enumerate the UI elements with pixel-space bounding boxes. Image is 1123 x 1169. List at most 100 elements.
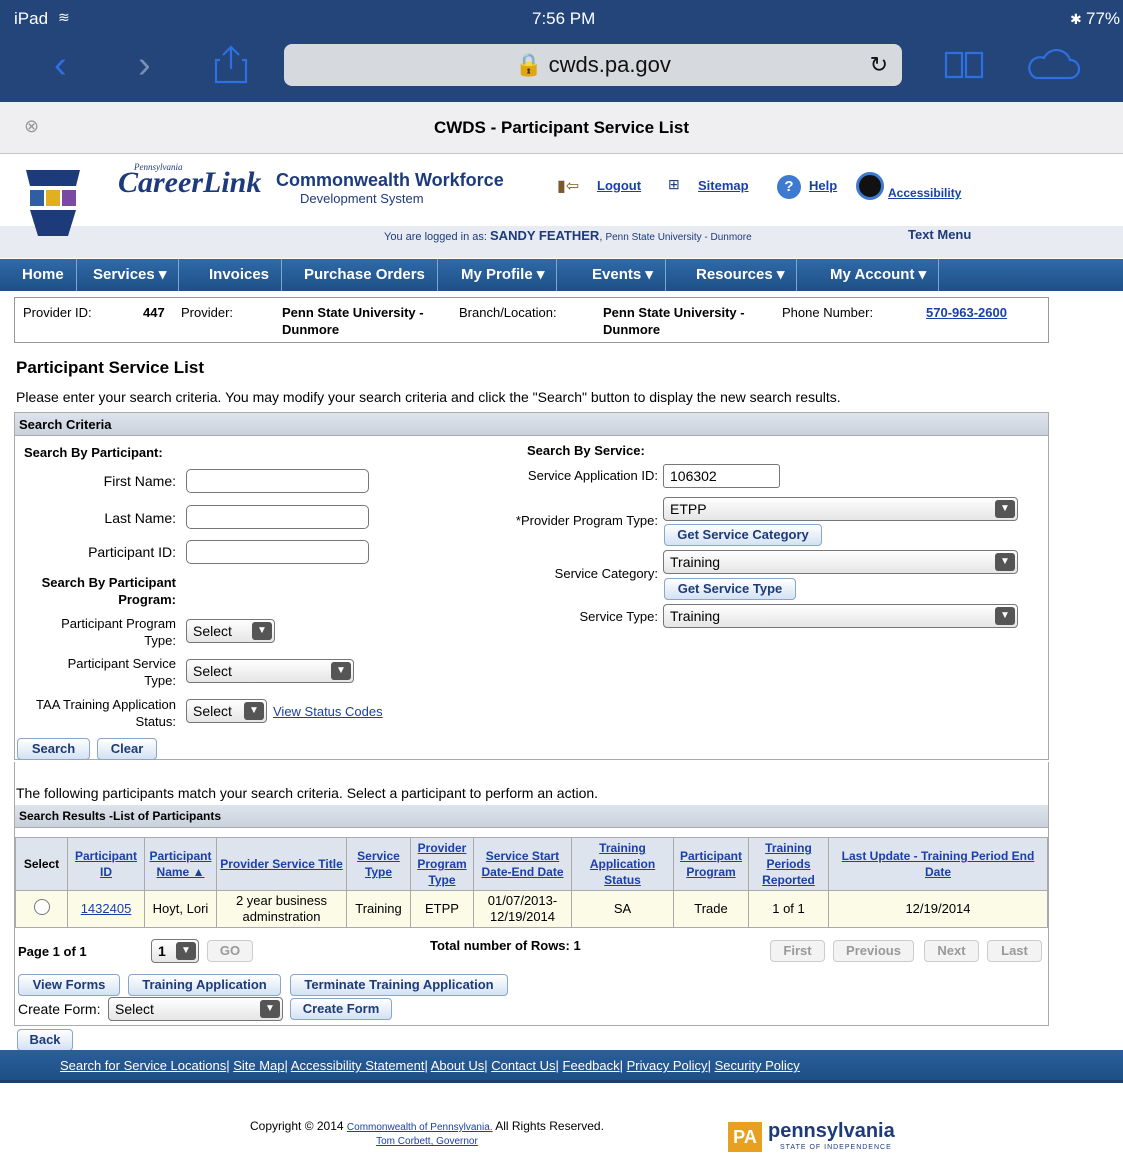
text-menu-link[interactable]: Text Menu [908,227,971,242]
footer-link-feedback[interactable]: Feedback [563,1058,620,1073]
nav-events[interactable]: Events ▾ [580,259,666,291]
table-header-row: Select Participant ID Participant Name ▲… [15,837,1048,891]
last-name-input[interactable] [186,505,369,529]
address-bar[interactable]: 🔒 cwds.pa.gov ↻ [284,44,902,86]
accessibility-link[interactable]: Accessibility [888,186,961,200]
col-program-type[interactable]: Provider Program Type [410,837,474,891]
chevron-down-icon: ▾ [645,266,653,283]
participant-id-link[interactable]: 1432405 [81,901,132,916]
previous-page-button[interactable]: Previous [833,940,914,962]
next-page-button[interactable]: Next [924,940,979,962]
col-service-type[interactable]: Service Type [346,837,411,891]
program-type-cell: ETPP [410,890,474,928]
branch-label: Branch/Location: [459,305,557,320]
pa-tagline: STATE OF INDEPENDENCE [780,1144,892,1151]
provider-id-label: Provider ID: [23,305,92,320]
participant-radio[interactable] [33,899,50,915]
get-service-category-button[interactable]: Get Service Category [664,524,822,546]
footer-link-contact[interactable]: Contact Us [491,1058,555,1073]
back-button[interactable]: Back [17,1029,73,1051]
training-application-button[interactable]: Training Application [128,974,281,996]
footer-link-site-map[interactable]: Site Map [233,1058,284,1073]
bluetooth-icon: ✱ [1070,11,1082,27]
help-icon[interactable]: ? [777,175,801,199]
system-subtitle: Development System [300,191,424,206]
search-by-participant-heading: Search By Participant: [24,445,163,460]
first-name-label: First Name: [103,473,176,489]
logout-link[interactable]: Logout [597,178,641,193]
status-cell: SA [571,890,674,928]
search-button[interactable]: Search [17,738,90,760]
phone-label: Phone Number: [782,305,874,320]
nav-home[interactable]: Home [10,259,77,291]
main-nav: Home Services ▾ Invoices Purchase Orders… [0,259,1123,291]
nav-invoices[interactable]: Invoices [197,259,283,291]
logout-icon[interactable]: ▮⇦ [557,176,579,196]
first-page-button[interactable]: First [770,940,825,962]
help-link[interactable]: Help [809,178,837,193]
nav-my-account[interactable]: My Account ▾ [818,259,940,291]
select-cell [15,890,68,928]
view-status-codes-link[interactable]: View Status Codes [273,704,383,719]
first-name-input[interactable] [186,469,369,493]
sitemap-link[interactable]: Sitemap [698,178,749,193]
col-select: Select [15,837,68,891]
nav-purchase-orders[interactable]: Purchase Orders [292,259,438,291]
col-participant-id[interactable]: Participant ID [67,837,145,891]
get-service-type-button[interactable]: Get Service Type [664,578,796,600]
service-application-id-input[interactable]: 106302 [663,464,780,488]
participant-id-label: Participant ID: [88,544,176,560]
taa-status-select[interactable]: Select ▼ [186,699,267,723]
url-text: cwds.pa.gov [548,52,671,77]
last-page-button[interactable]: Last [987,940,1042,962]
nav-my-profile[interactable]: My Profile ▾ [449,259,558,291]
clear-button[interactable]: Clear [97,738,157,760]
search-criteria-bar: Search Criteria [15,413,1048,436]
page-select[interactable]: 1 ▼ [151,939,199,963]
back-icon[interactable]: ‹ [54,46,67,84]
participant-service-type-select[interactable]: Select ▼ [186,659,354,683]
participant-id-input[interactable] [186,540,369,564]
pa-wordmark: pennsylvania [768,1120,895,1142]
footer-link-accessibility[interactable]: Accessibility Statement [291,1058,425,1073]
nav-resources[interactable]: Resources ▾ [684,259,798,291]
go-button[interactable]: GO [207,940,253,962]
service-category-select[interactable]: Training ▼ [663,550,1018,574]
terminate-training-application-button[interactable]: Terminate Training Application [290,974,508,996]
footer-link-about[interactable]: About Us [431,1058,484,1073]
footer-link-privacy[interactable]: Privacy Policy [627,1058,708,1073]
forward-icon[interactable]: › [138,46,151,84]
device-label: iPad [14,9,49,28]
accessibility-icon[interactable] [856,172,884,200]
bookmarks-icon[interactable] [944,50,984,80]
service-type-label: Service Type: [579,609,658,624]
sitemap-icon[interactable]: ⊞ [668,176,680,193]
col-service-title[interactable]: Provider Service Title [216,837,347,891]
col-dates[interactable]: Service Start Date-End Date [473,837,572,891]
phone-link[interactable]: 570-963-2600 [926,304,1007,321]
share-icon[interactable] [214,44,248,84]
chevron-down-icon: ▼ [252,622,272,640]
create-form-select[interactable]: Select ▼ [108,997,283,1021]
chevron-down-icon: ▾ [536,266,545,283]
col-last-update[interactable]: Last Update - Training Period End Date [828,837,1048,891]
commonwealth-link[interactable]: Commonwealth of Pennsylvania. [347,1122,493,1133]
col-participant-name[interactable]: Participant Name ▲ [144,837,217,891]
governor-link[interactable]: Tom Corbett, Governor [376,1136,478,1147]
footer-link-service-locations[interactable]: Search for Service Locations [60,1058,226,1073]
col-participant-program[interactable]: Participant Program [673,837,749,891]
program-type-select[interactable]: Select ▼ [186,619,275,643]
create-form-button[interactable]: Create Form [290,998,392,1020]
view-forms-button[interactable]: View Forms [18,974,120,996]
chevron-down-icon: ▼ [995,500,1015,518]
tab-title[interactable]: CWDS - Participant Service List [0,118,1123,138]
reload-icon[interactable]: ↻ [870,44,888,86]
nav-services[interactable]: Services ▾ [81,259,180,291]
cloud-icon[interactable] [1024,48,1080,82]
provider-program-select[interactable]: ETPP ▼ [663,497,1018,521]
footer-link-security[interactable]: Security Policy [715,1058,800,1073]
col-periods[interactable]: Training Periods Reported [748,837,829,891]
col-app-status[interactable]: Training Application Status [571,837,674,891]
service-type-select[interactable]: Training ▼ [663,604,1018,628]
periods-cell: 1 of 1 [748,890,829,928]
